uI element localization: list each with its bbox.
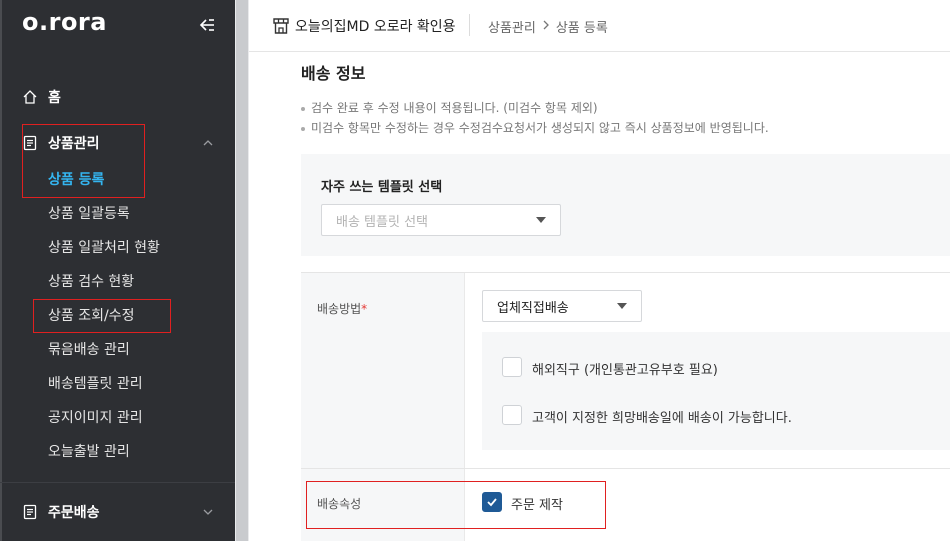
highlight-box	[306, 481, 606, 529]
label-text: 배송방법	[317, 302, 362, 316]
sidebar-item-label: 오늘출발 관리	[48, 444, 130, 460]
overseas-direct-checkbox[interactable]	[502, 357, 522, 377]
overseas-direct-label: 해외직구 (개인통관고유부호 필요)	[532, 363, 718, 378]
desired-date-checkbox[interactable]	[502, 405, 522, 425]
bullet-icon	[301, 106, 305, 111]
notice-text: 검수 완료 후 수정 내용이 적용됩니다. (미검수 항목 제외)	[311, 101, 598, 115]
shipping-method-value: 업체직접배송	[497, 300, 569, 316]
sidebar-item-label: 배송템플릿 관리	[48, 376, 143, 392]
header: 오늘의집MD 오로라 확인용 상품관리 상품 등록	[249, 0, 950, 52]
template-label: 자주 쓰는 템플릿 선택	[321, 180, 443, 195]
notice-line: 검수 완료 후 수정 내용이 적용됩니다. (미검수 항목 제외)	[301, 99, 598, 116]
caret-down-icon	[617, 303, 627, 309]
highlight-box	[22, 124, 145, 198]
shipping-form: 배송방법* 업체직접배송 해외직구 (개인통관고유부호 필요) 고객이 지정한 …	[301, 272, 950, 541]
notice-text: 미검수 항목만 수정하는 경우 수정검수요청서가 생성되지 않고 즉시 상품정보…	[311, 121, 769, 135]
sidebar-item-bulk-status[interactable]: 상품 일괄처리 현황	[0, 230, 235, 264]
main-content: 배송 정보 검수 완료 후 수정 내용이 적용됩니다. (미검수 항목 제외) …	[249, 52, 950, 541]
template-panel: 자주 쓰는 템플릿 선택 배송 템플릿 선택	[301, 154, 950, 256]
desired-date-label: 고객이 지정한 희망배송일에 배송이 가능합니다.	[532, 411, 792, 426]
logo[interactable]: o.rora	[22, 8, 107, 36]
chevron-down-icon	[201, 505, 215, 519]
sidebar-divider	[0, 482, 235, 483]
sidebar-item-shipping-template[interactable]: 배송템플릿 관리	[0, 366, 235, 400]
sidebar-item-label: 공지이미지 관리	[48, 410, 143, 426]
collapse-sidebar-icon[interactable]	[197, 16, 217, 36]
required-mark: *	[361, 302, 368, 316]
sidebar-item-order-shipping[interactable]: 주문배송	[0, 495, 235, 529]
sidebar-item-bulk-register[interactable]: 상품 일괄등록	[0, 196, 235, 230]
store-name: 오늘의집MD 오로라 확인용	[295, 19, 456, 35]
chevron-right-icon	[542, 19, 550, 34]
shipping-options-panel: 해외직구 (개인통관고유부호 필요) 고객이 지정한 희망배송일에 배송이 가능…	[482, 332, 950, 450]
sidebar-item-label: 상품 일괄처리 현황	[48, 240, 160, 256]
section-title: 배송 정보	[301, 64, 366, 83]
breadcrumb-item[interactable]: 상품관리	[488, 17, 536, 36]
notice-line: 미검수 항목만 수정하는 경우 수정검수요청서가 생성되지 않고 즉시 상품정보…	[301, 119, 769, 136]
sidebar-item-label: 상품 검수 현황	[48, 274, 135, 290]
store-icon	[272, 17, 290, 35]
sidebar-item-inspection-status[interactable]: 상품 검수 현황	[0, 264, 235, 298]
sidebar-item-label: 홈	[48, 90, 61, 106]
sidebar-item-notice-image[interactable]: 공지이미지 관리	[0, 400, 235, 434]
highlight-box	[33, 299, 171, 333]
sidebar-item-today-departure[interactable]: 오늘출발 관리	[0, 434, 235, 468]
template-select-placeholder: 배송 템플릿 선택	[336, 214, 428, 230]
breadcrumb-item[interactable]: 상품 등록	[556, 17, 608, 36]
bullet-icon	[301, 126, 305, 131]
sidebar-item-home[interactable]: 홈	[0, 80, 235, 114]
scrollbar[interactable]	[236, 0, 248, 541]
header-separator	[469, 14, 470, 36]
shipping-method-select[interactable]: 업체직접배송	[482, 290, 642, 322]
sidebar-item-label: 묶음배송 관리	[48, 342, 130, 358]
sidebar-item-bundle-shipping[interactable]: 묶음배송 관리	[0, 332, 235, 366]
home-icon	[22, 89, 38, 105]
caret-down-icon	[536, 217, 546, 223]
template-select[interactable]: 배송 템플릿 선택	[321, 204, 561, 236]
row-divider	[301, 468, 950, 469]
shipping-method-label: 배송방법*	[317, 300, 367, 317]
sidebar-item-label: 주문배송	[48, 505, 100, 521]
chevron-up-icon	[201, 136, 215, 150]
sidebar: o.rora 홈 상품관리 상품 등록 상품 일괄등록 상품 일괄처리 현황 상…	[0, 0, 235, 541]
document-icon	[22, 504, 38, 520]
breadcrumb: 상품관리 상품 등록	[488, 17, 608, 36]
sidebar-item-label: 상품 일괄등록	[48, 206, 130, 222]
